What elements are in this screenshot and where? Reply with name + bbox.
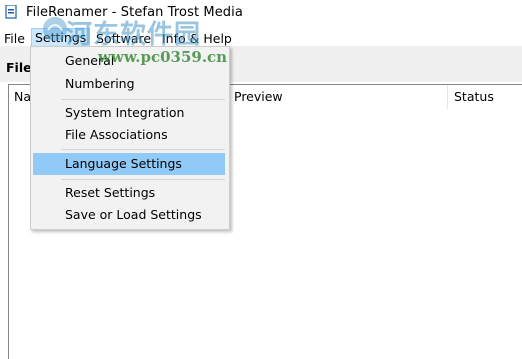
menu-bar: File Settings Software Info & Help	[0, 26, 522, 47]
menu-info-help[interactable]: Info & Help	[162, 31, 232, 46]
menu-item-save-load-settings[interactable]: Save or Load Settings	[33, 204, 225, 226]
column-header-status[interactable]: Status	[454, 89, 494, 104]
column-header-preview[interactable]: Preview	[234, 89, 283, 104]
menu-software[interactable]: Software	[96, 31, 151, 46]
app-icon	[5, 5, 17, 19]
menu-item-numbering[interactable]: Numbering	[33, 73, 225, 95]
menu-settings[interactable]: Settings	[30, 28, 91, 47]
toolbar-file-label: File	[6, 60, 32, 75]
menu-item-label: Reset Settings	[65, 185, 156, 200]
menu-item-label: General	[65, 53, 115, 68]
menu-separator	[61, 99, 225, 100]
menu-item-label: Save or Load Settings	[65, 207, 202, 222]
column-header-name[interactable]: Na	[14, 89, 31, 104]
window-title: FileRenamer - Stefan Trost Media	[26, 5, 243, 20]
menu-item-label: File Associations	[65, 127, 168, 142]
menu-item-label: Language Settings	[65, 156, 182, 171]
settings-dropdown-menu: General Numbering System Integration Fil…	[30, 46, 230, 230]
menu-item-reset-settings[interactable]: Reset Settings	[33, 182, 225, 204]
menu-separator	[61, 149, 225, 150]
menu-item-file-associations[interactable]: File Associations	[33, 124, 225, 146]
menu-item-label: Numbering	[65, 76, 135, 91]
menu-item-language-settings[interactable]: Language Settings	[33, 153, 225, 175]
column-separator[interactable]	[447, 85, 448, 109]
menu-item-system-integration[interactable]: System Integration	[33, 102, 225, 124]
menu-file[interactable]: File	[4, 31, 25, 46]
menu-item-label: System Integration	[65, 105, 185, 120]
menu-item-general[interactable]: General	[33, 50, 225, 72]
menu-separator	[61, 179, 225, 180]
title-bar: FileRenamer - Stefan Trost Media	[0, 0, 522, 26]
